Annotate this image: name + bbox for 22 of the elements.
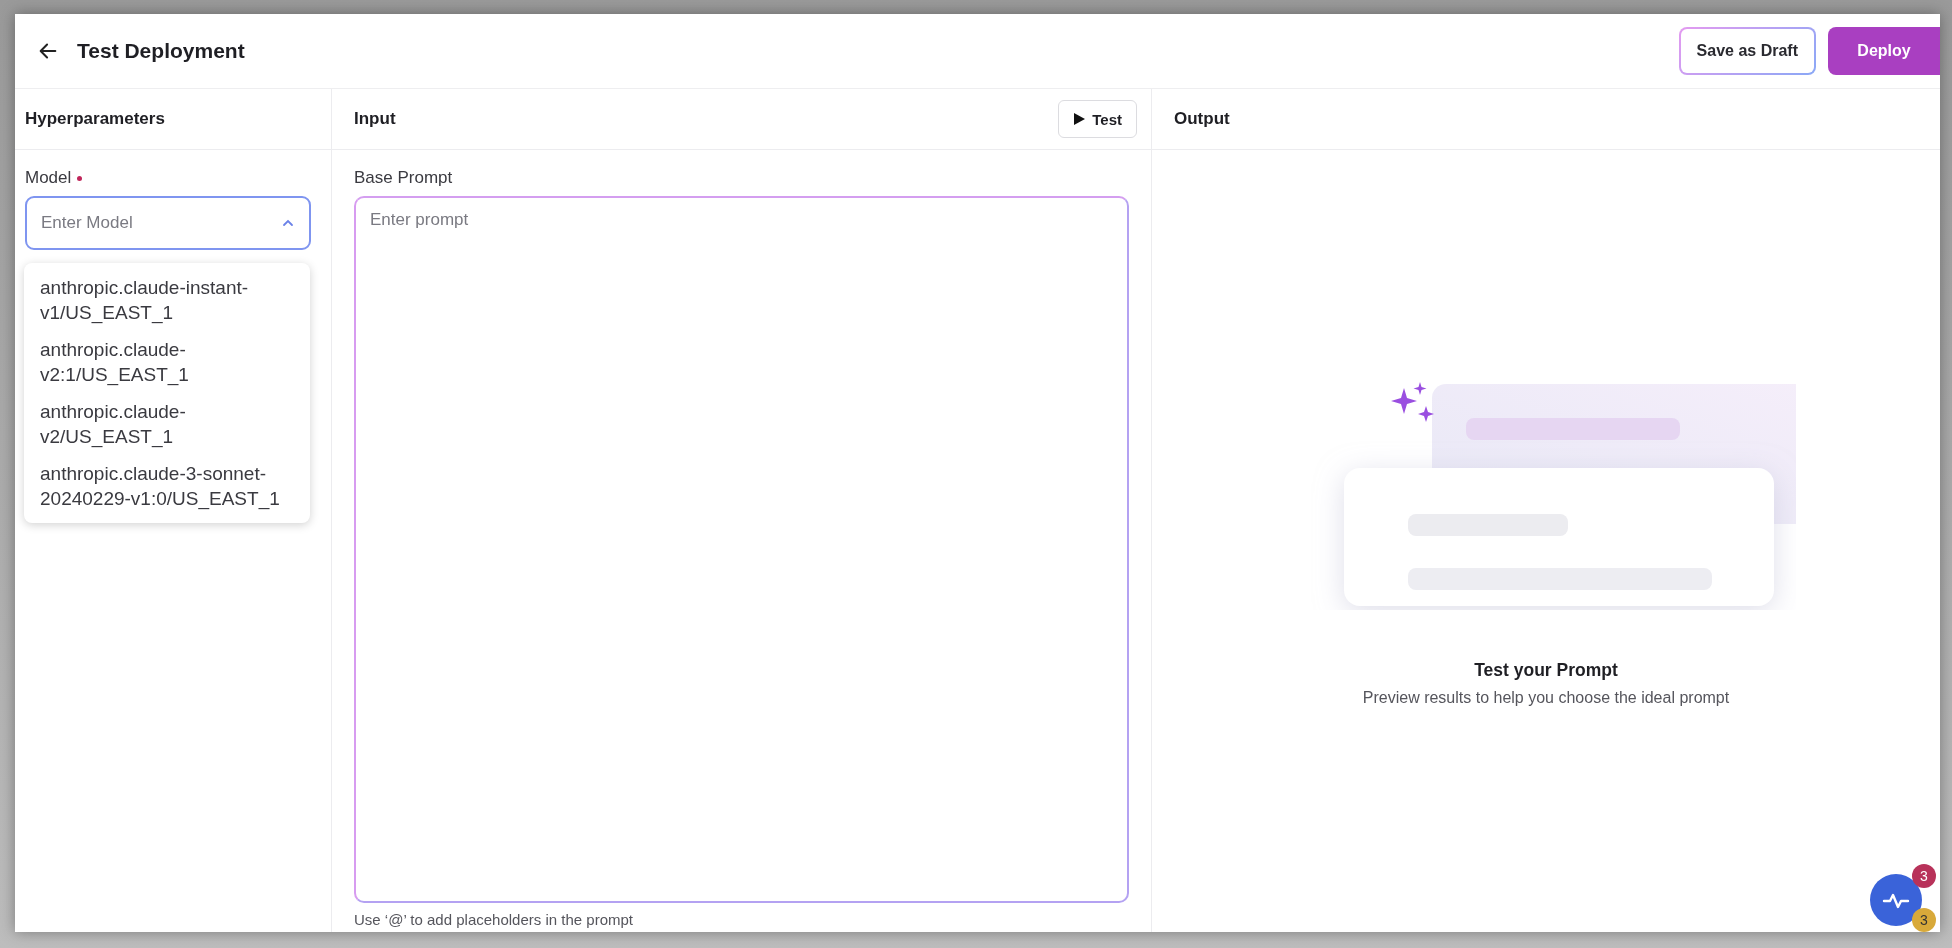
prompt-field[interactable]: Enter prompt [354,196,1129,903]
dropdown-option[interactable]: anthropic.claude-instant-v1/US_EAST_1 [24,269,310,331]
test-button[interactable]: Test [1058,100,1137,138]
hint-text: Use ‘@’ to add placeholders in the prompt [354,911,634,928]
field-label: Model [25,168,72,188]
save-draft-button[interactable]: Save as Draft [1678,27,1816,75]
play-icon [1073,112,1087,126]
count-badge: 3 [1912,864,1936,888]
page-title: Test Deployment [77,39,245,63]
dropdown-option[interactable]: anthropic.claude-v2/US_EAST_1 [24,393,310,455]
column-heading: Output [1174,109,1230,129]
model-select[interactable]: Enter Model [25,196,311,250]
column-heading: Hyperparameters [25,109,165,129]
activity-button[interactable] [1870,874,1922,926]
dropdown-option[interactable]: anthropic.claude-3-sonnet-20240229-v1:0/US_EAST_1 [24,455,310,517]
dropdown-option[interactable]: anthropic.claude-v2:1/US_EAST_1 [24,331,310,393]
count-badge: 3 [1912,908,1936,932]
field-label: Base Prompt [354,168,454,188]
empty-state-title: Test your Prompt [1474,660,1618,681]
column-heading: Input [354,109,396,129]
deploy-button[interactable]: Deploy [1828,27,1940,75]
empty-state-text: Preview results to help you choose the ideal prompt [1362,689,1730,707]
